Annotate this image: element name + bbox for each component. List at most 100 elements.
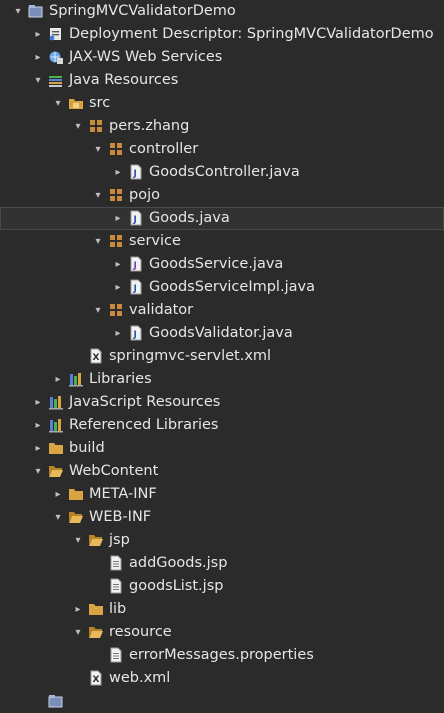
tree-row-package-service[interactable]: ▾ service bbox=[0, 230, 444, 253]
tree-item-label: GoodsServiceImpl.java bbox=[149, 279, 315, 295]
tree-row-folder-jsp[interactable]: ▾ jsp bbox=[0, 529, 444, 552]
tree-row-file-goods-validator[interactable]: ▸ J GoodsValidator.java bbox=[0, 322, 444, 345]
tree-row-referenced-libraries[interactable]: ▸ Referenced Libraries bbox=[0, 414, 444, 437]
tree-row-folder-resource[interactable]: ▾ resource bbox=[0, 621, 444, 644]
folder-icon bbox=[68, 486, 84, 502]
chevron-right-icon[interactable]: ▸ bbox=[112, 276, 124, 299]
tree-item-label: GoodsController.java bbox=[149, 164, 300, 180]
tree-row-project-root[interactable]: ▾ SpringMVCValidatorDemo bbox=[0, 0, 444, 23]
chevron-down-icon[interactable]: ▾ bbox=[92, 299, 104, 322]
folder-open-icon bbox=[48, 463, 64, 479]
tree-row-folder-webcontent[interactable]: ▾ WebContent bbox=[0, 460, 444, 483]
tree-item-label: controller bbox=[129, 141, 199, 157]
chevron-down-icon[interactable]: ▾ bbox=[12, 0, 24, 23]
package-icon bbox=[108, 302, 124, 318]
chevron-down-icon[interactable]: ▾ bbox=[92, 184, 104, 207]
xml-file-icon: X bbox=[88, 348, 104, 364]
folder-icon bbox=[88, 601, 104, 617]
tree-row-file-goods[interactable]: ▸ J Goods.java bbox=[0, 207, 444, 230]
chevron-down-icon[interactable]: ▾ bbox=[72, 115, 84, 138]
tree-row-jaxws-web-services[interactable]: ▸ JAX-WS Web Services bbox=[0, 46, 444, 69]
svg-text:J: J bbox=[133, 330, 137, 340]
tree-row-libraries[interactable]: ▸ Libraries bbox=[0, 368, 444, 391]
folder-open-icon bbox=[68, 509, 84, 525]
tree-row-javascript-resources[interactable]: ▸ JavaScript Resources bbox=[0, 391, 444, 414]
tree-row-file-web-xml[interactable]: Xweb.xml bbox=[0, 667, 444, 690]
svg-text:J: J bbox=[133, 169, 137, 179]
tree-item-label: pojo bbox=[129, 187, 160, 203]
tree-row-file-add-goods-jsp[interactable]: addGoods.jsp bbox=[0, 552, 444, 575]
chevron-right-icon[interactable]: ▸ bbox=[32, 437, 44, 460]
chevron-down-icon[interactable]: ▾ bbox=[92, 230, 104, 253]
tree-row-package-validator[interactable]: ▾ validator bbox=[0, 299, 444, 322]
tree-item-label: Referenced Libraries bbox=[69, 417, 219, 433]
package-icon bbox=[108, 187, 124, 203]
svg-text:J: J bbox=[133, 215, 137, 225]
tree-row-folder-lib[interactable]: ▸ lib bbox=[0, 598, 444, 621]
tree-row-src-folder[interactable]: ▾ src bbox=[0, 92, 444, 115]
tree-item-label: resource bbox=[109, 624, 172, 640]
tree-item-label: WEB-INF bbox=[89, 509, 152, 525]
chevron-right-icon[interactable]: ▸ bbox=[32, 46, 44, 69]
java-resources-icon bbox=[48, 72, 64, 88]
chevron-down-icon[interactable]: ▾ bbox=[92, 138, 104, 161]
tree-item-label: GoodsService.java bbox=[149, 256, 284, 272]
tree-row-file-goods-controller[interactable]: ▸ J GoodsController.java bbox=[0, 161, 444, 184]
java-file-icon: J bbox=[128, 325, 144, 341]
chevron-right-icon[interactable]: ▸ bbox=[52, 368, 64, 391]
tree-item-label: Java Resources bbox=[69, 72, 179, 88]
package-icon bbox=[108, 141, 124, 157]
chevron-down-icon[interactable]: ▾ bbox=[32, 460, 44, 483]
tree-row-folder-web-inf[interactable]: ▾ WEB-INF bbox=[0, 506, 444, 529]
chevron-right-icon[interactable]: ▸ bbox=[112, 207, 124, 230]
tree-item-label: addGoods.jsp bbox=[129, 555, 228, 571]
tree-row-package-pojo[interactable]: ▾ pojo bbox=[0, 184, 444, 207]
chevron-right-icon[interactable]: ▸ bbox=[112, 161, 124, 184]
webservice-icon bbox=[48, 49, 64, 65]
tree-row-file-springmvc-servlet[interactable]: Xspringmvc-servlet.xml bbox=[0, 345, 444, 368]
chevron-down-icon[interactable]: ▾ bbox=[52, 506, 64, 529]
chevron-right-icon[interactable]: ▸ bbox=[32, 23, 44, 46]
chevron-right-icon[interactable]: ▸ bbox=[32, 414, 44, 437]
chevron-down-icon[interactable]: ▾ bbox=[72, 621, 84, 644]
tree-item-label: errorMessages.properties bbox=[129, 647, 314, 663]
tree-row-folder-build[interactable]: ▸ build bbox=[0, 437, 444, 460]
source-folder-icon bbox=[68, 95, 84, 111]
tree-row-folder-meta-inf[interactable]: ▸ META-INF bbox=[0, 483, 444, 506]
tree-row-file-goods-service-impl[interactable]: ▸ J GoodsServiceImpl.java bbox=[0, 276, 444, 299]
libraries-icon bbox=[48, 417, 64, 433]
descriptor-icon bbox=[48, 26, 64, 42]
tree-item-label: Deployment Descriptor: SpringMVCValidato… bbox=[69, 26, 434, 42]
folder-open-icon bbox=[88, 624, 104, 640]
tree-row-file-goods-service[interactable]: ▸ J GoodsService.java bbox=[0, 253, 444, 276]
svg-text:X: X bbox=[93, 353, 100, 363]
chevron-down-icon[interactable]: ▾ bbox=[32, 69, 44, 92]
java-file-icon: J bbox=[128, 164, 144, 180]
tree-row-package-pers-zhang[interactable]: ▾ pers.zhang bbox=[0, 115, 444, 138]
libraries-icon bbox=[68, 371, 84, 387]
chevron-right-icon[interactable]: ▸ bbox=[72, 598, 84, 621]
tree-row-file-error-messages[interactable]: errorMessages.properties bbox=[0, 644, 444, 667]
libraries-icon bbox=[48, 394, 64, 410]
tree-row-java-resources[interactable]: ▾ Java Resources bbox=[0, 69, 444, 92]
tree-item-label: pers.zhang bbox=[109, 118, 190, 134]
chevron-right-icon[interactable]: ▸ bbox=[32, 391, 44, 414]
tree-item-label: SpringMVCValidatorDemo bbox=[49, 3, 236, 19]
text-file-icon bbox=[108, 647, 124, 663]
chevron-down-icon[interactable]: ▾ bbox=[52, 92, 64, 115]
chevron-right-icon[interactable]: ▸ bbox=[112, 253, 124, 276]
chevron-down-icon[interactable]: ▾ bbox=[72, 529, 84, 552]
tree-row-deployment-descriptor[interactable]: ▸ Deployment Descriptor: SpringMVCValidat… bbox=[0, 23, 444, 46]
tree-row-package-controller[interactable]: ▾ controller bbox=[0, 138, 444, 161]
tree-item-label: Goods.java bbox=[149, 210, 230, 226]
chevron-right-icon[interactable]: ▸ bbox=[52, 483, 64, 506]
chevron-right-icon[interactable]: ▸ bbox=[112, 322, 124, 345]
project-explorer-tree: ▾ SpringMVCValidatorDemo ▸ Deployment Descr… bbox=[0, 0, 444, 708]
tree-item-label: validator bbox=[129, 302, 194, 318]
xml-file-icon: X bbox=[88, 670, 104, 686]
tree-row-file-goods-list-jsp[interactable]: goodsList.jsp bbox=[0, 575, 444, 598]
folder-icon bbox=[48, 440, 64, 456]
text-file-icon bbox=[108, 578, 124, 594]
tree-item-label: META-INF bbox=[89, 486, 157, 502]
tree-row-project-root-partial[interactable] bbox=[0, 690, 444, 713]
